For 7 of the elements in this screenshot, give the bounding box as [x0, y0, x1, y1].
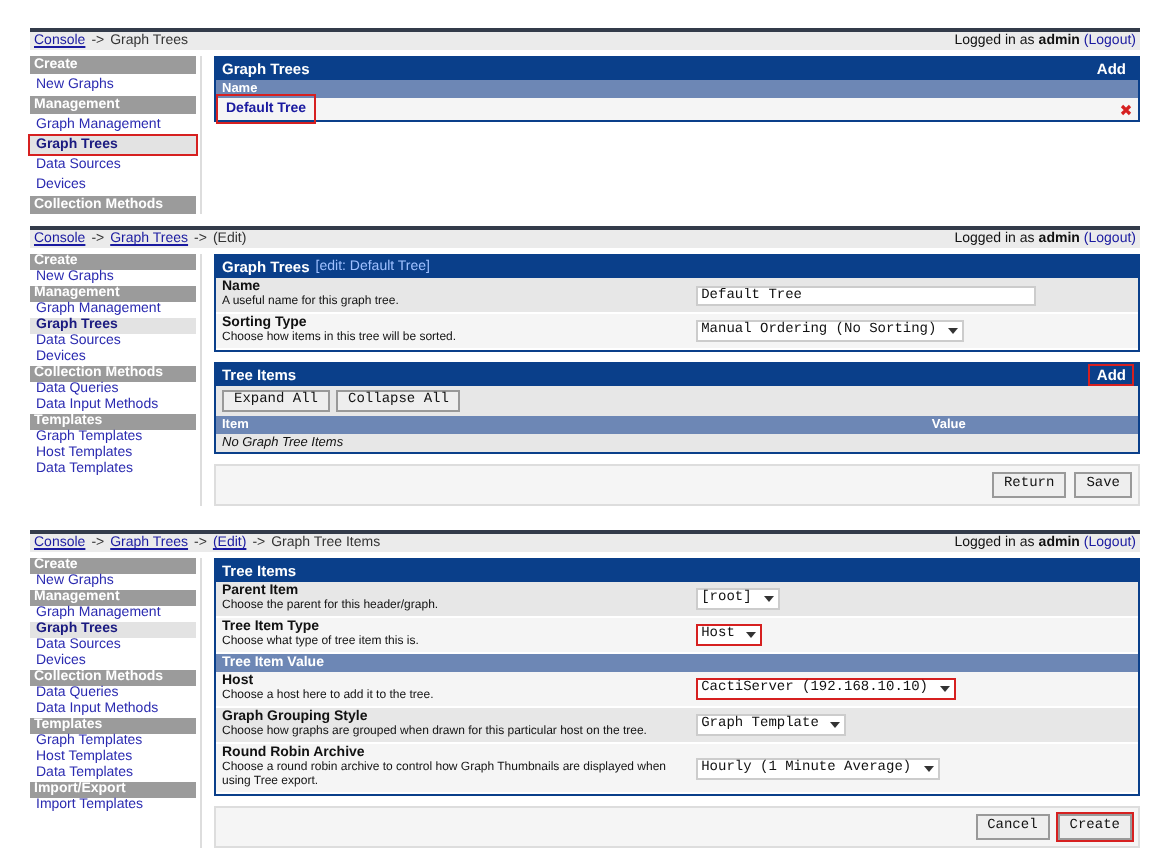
caret-icon: [746, 632, 757, 638]
caret-icon: [830, 722, 841, 728]
delete-icon[interactable]: [1120, 103, 1132, 115]
caret-icon: [763, 596, 774, 602]
caret-icon: [948, 328, 959, 334]
caret-icon: [940, 686, 951, 692]
caret-icon: [923, 765, 934, 771]
